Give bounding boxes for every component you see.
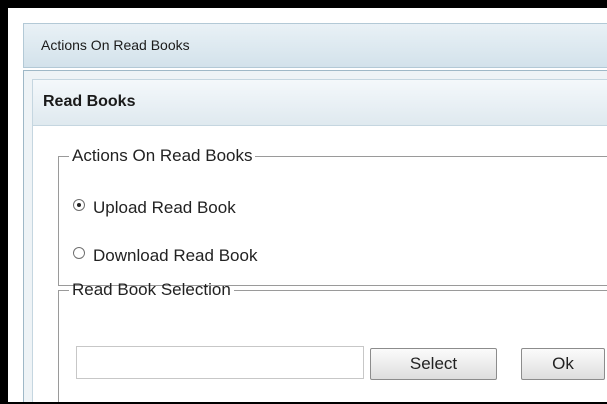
- read-book-selection-fieldset: Read Book Selection: [58, 280, 607, 402]
- application-window: Actions On Read Books Read Books Actions…: [0, 0, 607, 404]
- upload-radio-button[interactable]: [73, 199, 85, 211]
- download-read-book-option[interactable]: Download Read Book: [73, 246, 257, 266]
- upload-read-book-option[interactable]: Upload Read Book: [73, 198, 236, 218]
- upload-option-label: Upload Read Book: [93, 198, 236, 217]
- download-option-label: Download Read Book: [93, 246, 258, 265]
- select-button[interactable]: Select: [370, 348, 497, 380]
- selection-fieldset-legend: Read Book Selection: [72, 280, 231, 299]
- read-book-file-input[interactable]: [76, 346, 364, 379]
- window-title: Actions On Read Books: [41, 37, 190, 53]
- ok-button[interactable]: Ok: [521, 348, 605, 380]
- actions-fieldset-legend: Actions On Read Books: [72, 146, 253, 165]
- panel-header: Read Books: [32, 79, 607, 126]
- window-title-bar: Actions On Read Books: [23, 23, 607, 68]
- download-radio-button[interactable]: [73, 247, 85, 259]
- panel-title: Read Books: [43, 93, 136, 110]
